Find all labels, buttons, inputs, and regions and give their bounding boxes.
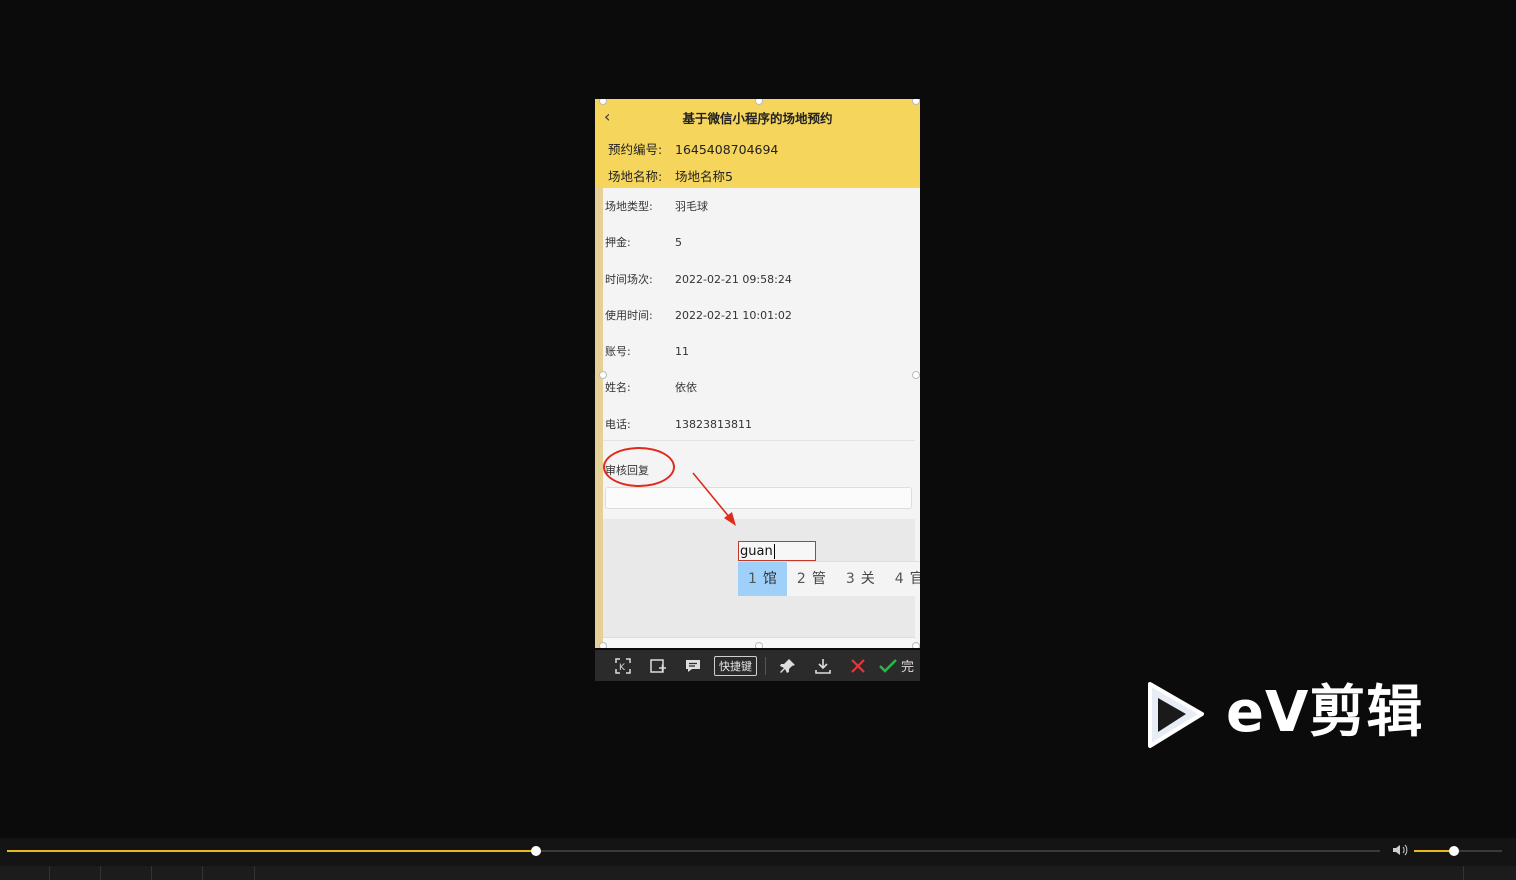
field-label: 押金: <box>605 236 631 249</box>
resize-handle[interactable] <box>755 642 763 648</box>
resize-handle[interactable] <box>912 642 920 648</box>
ime-candidate[interactable]: 3关 <box>836 562 885 596</box>
phone-screenshot: ‹ 基于微信小程序的场地预约 预约编号: 1645408704694 场地名称: 场… <box>595 99 920 648</box>
ime-candidate[interactable]: 1馆 <box>738 562 787 596</box>
field-row-name: 姓名: 依依 <box>605 379 697 395</box>
field-row-venue-type: 场地类型: 羽毛球 <box>605 198 708 214</box>
timeline-cell <box>152 866 203 880</box>
candidate-number: 3 <box>845 571 855 587</box>
order-number-label: 预约编号: <box>608 142 663 157</box>
timeline-cell <box>101 866 152 880</box>
field-value: 11 <box>675 345 689 358</box>
venue-name-value: 场地名称5 <box>675 169 733 184</box>
timeline-cell <box>1464 866 1516 880</box>
timeline-cell <box>203 866 255 880</box>
order-number-value: 1645408704694 <box>675 142 779 157</box>
pin-icon[interactable] <box>770 650 805 681</box>
candidate-char: 关 <box>860 571 875 587</box>
ime-candidate-bar: 1馆 2管 3关 4官 <box>738 561 920 596</box>
candidate-number: 4 <box>894 571 904 587</box>
comment-icon[interactable] <box>675 650 710 681</box>
add-frame-icon[interactable] <box>640 650 675 681</box>
field-label: 使用时间: <box>605 309 653 322</box>
screenshot-toolbar: K 快捷键 完 <box>595 650 920 681</box>
timeline-cell <box>0 866 50 880</box>
play-logo-icon <box>1148 682 1204 748</box>
field-row-time-slot: 时间场次: 2022-02-21 09:58:24 <box>605 271 792 287</box>
long-screenshot-icon[interactable]: K <box>605 650 640 681</box>
review-reply-input[interactable] <box>605 487 912 509</box>
field-value: 2022-02-21 09:58:24 <box>675 273 792 286</box>
field-value: 13823813811 <box>675 418 752 431</box>
annotation-arrow <box>692 472 736 526</box>
complete-button[interactable]: 完 <box>901 656 914 675</box>
page-title: 基于微信小程序的场地预约 <box>682 111 833 126</box>
candidate-char: 馆 <box>762 571 777 587</box>
ime-candidate[interactable]: 2管 <box>787 562 836 596</box>
resize-handle[interactable] <box>599 642 607 648</box>
field-value: 羽毛球 <box>675 200 708 213</box>
field-label: 场地类型: <box>605 200 653 213</box>
ime-candidate[interactable]: 4官 <box>885 562 920 596</box>
resize-handle[interactable] <box>599 371 607 379</box>
field-label: 账号: <box>605 345 631 358</box>
progress-knob[interactable] <box>530 846 541 856</box>
candidate-char: 管 <box>811 571 826 587</box>
volume-fill <box>1414 850 1454 852</box>
field-value: 5 <box>675 236 682 249</box>
timeline-cell <box>255 866 1464 880</box>
candidate-number: 1 <box>748 571 757 587</box>
annotation-ellipse <box>603 447 675 487</box>
cancel-icon[interactable] <box>840 650 875 681</box>
divider <box>603 440 915 441</box>
ev-editor-logo: eV剪辑 <box>1144 680 1444 750</box>
header-panel: ‹ 基于微信小程序的场地预约 预约编号: 1645408704694 场地名称: 场… <box>595 99 920 188</box>
ime-composition-text: guan <box>740 544 773 559</box>
timeline-strip <box>0 866 1516 880</box>
volume-track[interactable] <box>1414 846 1502 856</box>
progress-fill <box>7 850 536 852</box>
order-number-row: 预约编号: 1645408704694 <box>608 139 778 158</box>
field-row-deposit: 押金: 5 <box>605 234 682 250</box>
field-label: 时间场次: <box>605 273 653 286</box>
field-value: 依依 <box>675 381 697 394</box>
toolbar-divider <box>765 656 766 675</box>
venue-name-row: 场地名称: 场地名称5 <box>608 166 733 185</box>
download-icon[interactable] <box>805 650 840 681</box>
candidate-number: 2 <box>796 571 806 587</box>
volume-knob[interactable] <box>1448 846 1459 856</box>
field-label: 姓名: <box>605 381 631 394</box>
candidate-char: 官 <box>909 571 920 587</box>
field-row-phone: 电话: 13823813811 <box>605 416 752 432</box>
timeline-cell <box>50 866 101 880</box>
resize-handle[interactable] <box>912 371 920 379</box>
ime-composition-box[interactable]: guan <box>738 541 816 561</box>
volume-icon[interactable] <box>1392 843 1408 861</box>
venue-name-label: 场地名称: <box>608 169 663 184</box>
text-caret <box>773 544 775 559</box>
field-value: 2022-02-21 10:01:02 <box>675 309 792 322</box>
logo-text: eV剪辑 <box>1226 680 1424 745</box>
confirm-icon[interactable] <box>875 650 901 681</box>
shortcut-button[interactable]: 快捷键 <box>714 655 757 676</box>
progress-track[interactable] <box>7 846 1380 856</box>
svg-text:K: K <box>619 663 626 673</box>
field-label: 电话: <box>605 418 631 431</box>
field-row-use-time: 使用时间: 2022-02-21 10:01:02 <box>605 307 792 323</box>
field-row-account: 账号: 11 <box>605 343 689 359</box>
